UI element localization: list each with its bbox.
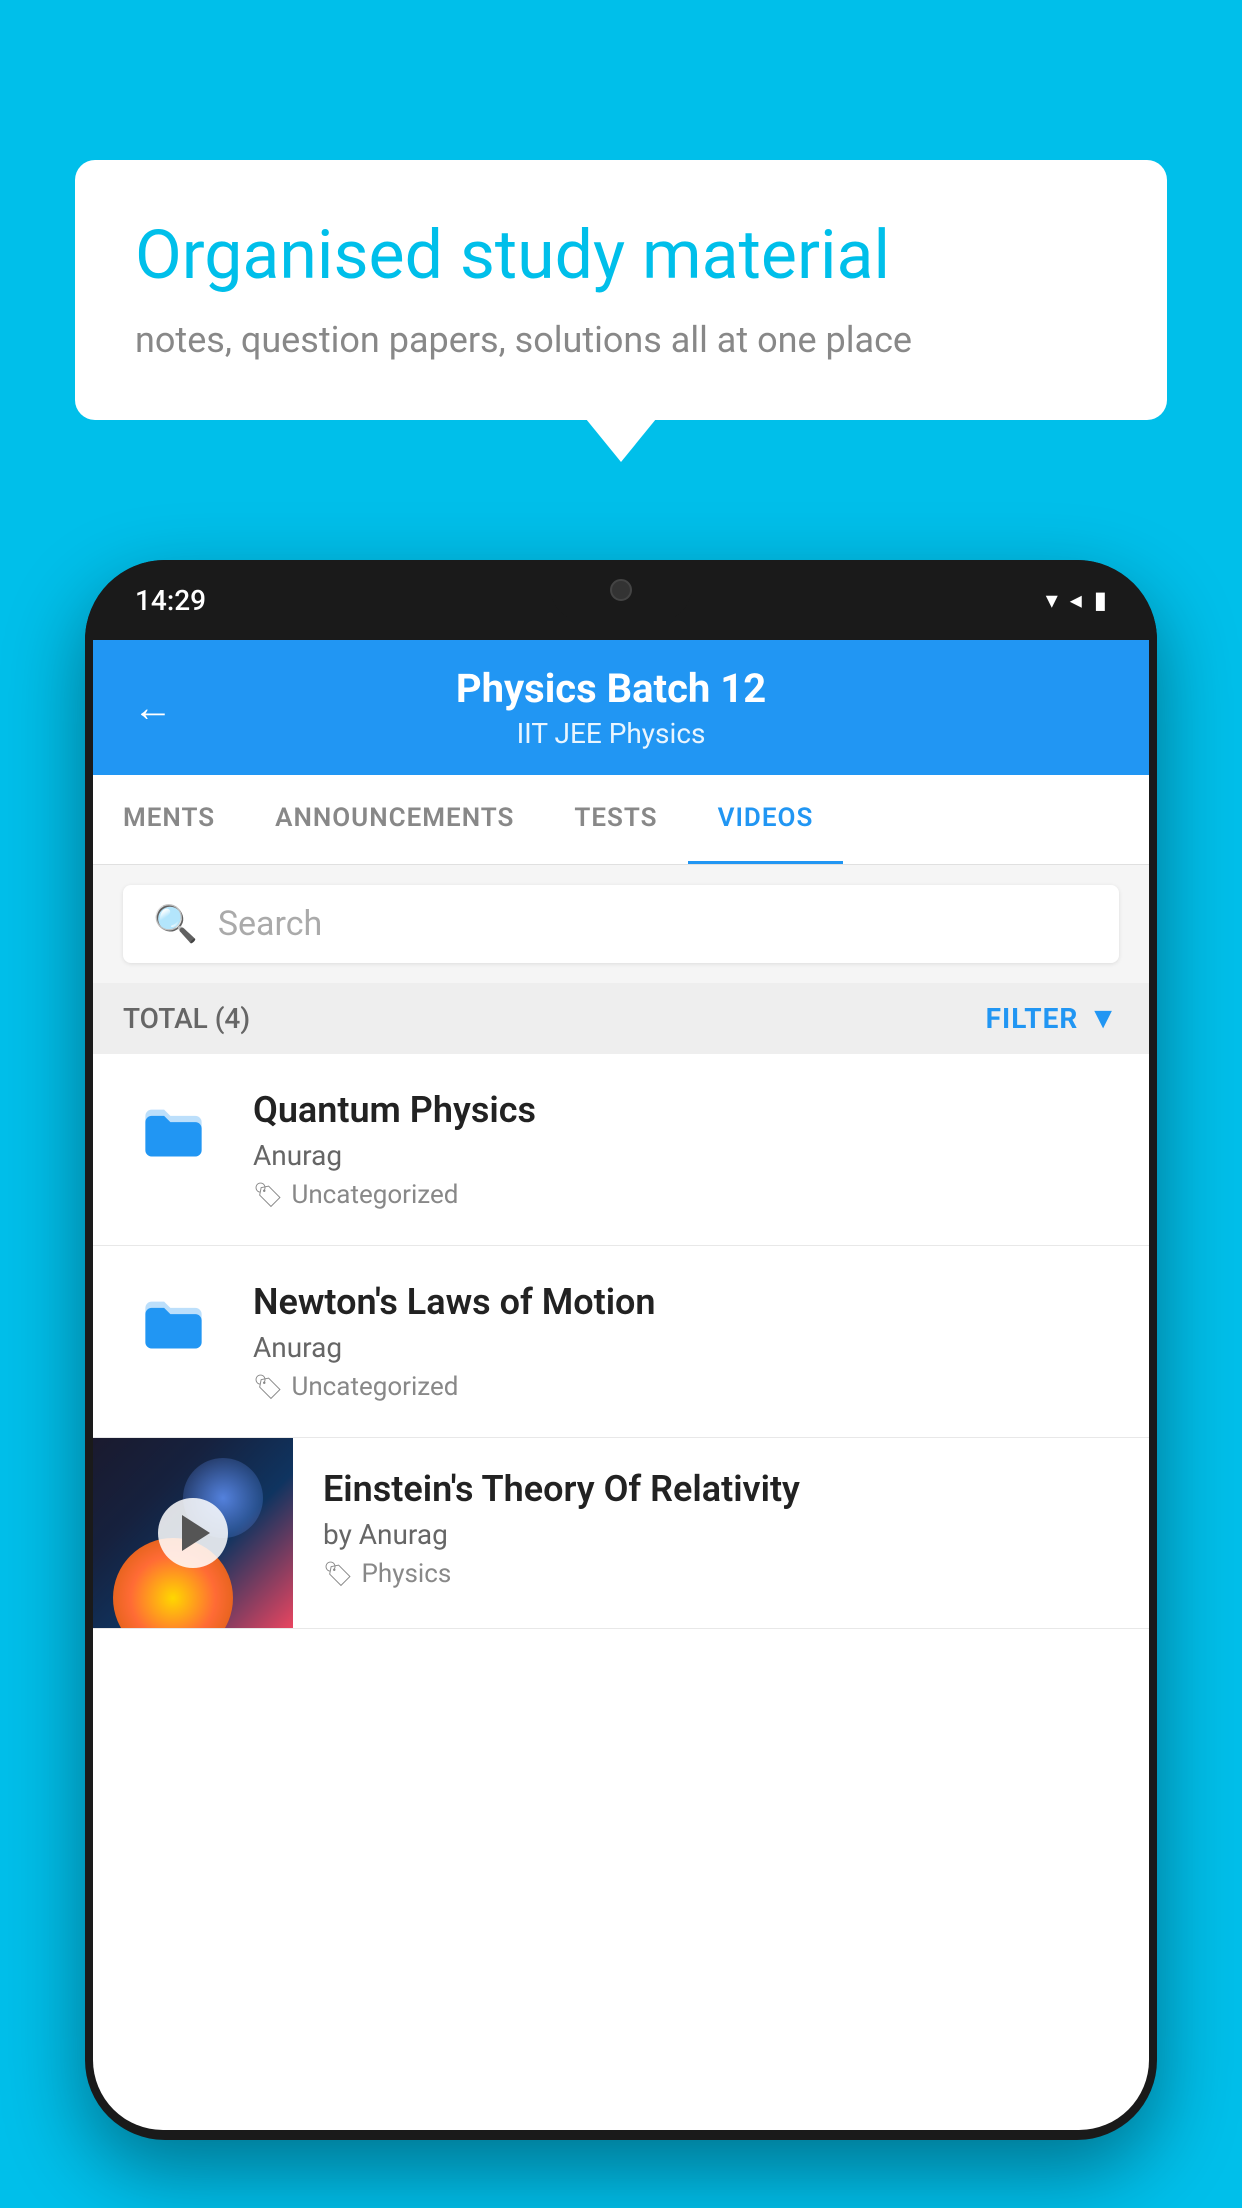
video-author: by Anurag bbox=[323, 1518, 1119, 1551]
video-tag: 🏷 Physics bbox=[323, 1559, 1119, 1589]
search-input-placeholder[interactable]: Search bbox=[218, 904, 322, 944]
list-item[interactable]: Quantum Physics Anurag 🏷 Uncategorized bbox=[93, 1054, 1149, 1246]
tag-icon: 🏷 bbox=[323, 1560, 353, 1588]
video-author: Anurag bbox=[253, 1331, 1119, 1364]
play-button[interactable] bbox=[158, 1498, 228, 1568]
tab-videos[interactable]: VIDEOS bbox=[688, 775, 844, 864]
video-info: Newton's Laws of Motion Anurag 🏷 Uncateg… bbox=[253, 1281, 1119, 1402]
filter-button[interactable]: FILTER ▼ bbox=[986, 1001, 1119, 1036]
signal-icon: ◂ bbox=[1070, 586, 1082, 614]
video-author: Anurag bbox=[253, 1139, 1119, 1172]
video-title: Quantum Physics bbox=[253, 1089, 1119, 1131]
notch bbox=[551, 560, 691, 620]
batch-title: Physics Batch 12 bbox=[203, 665, 1019, 712]
list-item[interactable]: Newton's Laws of Motion Anurag 🏷 Uncateg… bbox=[93, 1246, 1149, 1438]
folder-icon bbox=[136, 1286, 211, 1380]
play-icon bbox=[182, 1515, 210, 1551]
tag-label: Uncategorized bbox=[291, 1180, 458, 1210]
video-list: Quantum Physics Anurag 🏷 Uncategorized bbox=[93, 1054, 1149, 1629]
phone-screen: ← Physics Batch 12 IIT JEE Physics MENTS… bbox=[93, 640, 1149, 2130]
tab-announcements[interactable]: ANNOUNCEMENTS bbox=[245, 775, 544, 864]
header-title-area: Physics Batch 12 IIT JEE Physics bbox=[203, 665, 1019, 750]
tag-label: Physics bbox=[361, 1559, 451, 1589]
video-title: Einstein's Theory Of Relativity bbox=[323, 1468, 1119, 1510]
tab-ments[interactable]: MENTS bbox=[93, 775, 245, 864]
batch-tags: IIT JEE Physics bbox=[203, 717, 1019, 750]
back-button[interactable]: ← bbox=[133, 684, 173, 731]
phone-container: 14:29 ▾ ◂ ▮ ← Physics Batch 12 IIT JEE P… bbox=[85, 560, 1157, 2208]
search-bar[interactable]: 🔍 Search bbox=[123, 885, 1119, 963]
status-icons: ▾ ◂ ▮ bbox=[1046, 586, 1107, 614]
tab-tests[interactable]: TESTS bbox=[544, 775, 687, 864]
status-bar: 14:29 ▾ ◂ ▮ bbox=[85, 560, 1157, 640]
filter-row: TOTAL (4) FILTER ▼ bbox=[93, 983, 1149, 1054]
filter-icon: ▼ bbox=[1088, 1001, 1119, 1036]
tag-icon: 🏷 bbox=[253, 1181, 283, 1209]
filter-label: FILTER bbox=[986, 1002, 1079, 1035]
bubble-subtitle: notes, question papers, solutions all at… bbox=[135, 315, 1107, 365]
video-tag: 🏷 Uncategorized bbox=[253, 1180, 1119, 1210]
file-icon-container bbox=[123, 1094, 223, 1188]
video-title: Newton's Laws of Motion bbox=[253, 1281, 1119, 1323]
wifi-icon: ▾ bbox=[1046, 586, 1058, 614]
app-header: ← Physics Batch 12 IIT JEE Physics bbox=[93, 640, 1149, 775]
total-count: TOTAL (4) bbox=[123, 1002, 250, 1035]
camera bbox=[610, 579, 632, 601]
speech-bubble-container: Organised study material notes, question… bbox=[75, 160, 1167, 420]
status-time: 14:29 bbox=[135, 584, 206, 617]
list-item[interactable]: Einstein's Theory Of Relativity by Anura… bbox=[93, 1438, 1149, 1629]
phone-frame: 14:29 ▾ ◂ ▮ ← Physics Batch 12 IIT JEE P… bbox=[85, 560, 1157, 2140]
search-container: 🔍 Search bbox=[93, 865, 1149, 983]
tabs-bar: MENTS ANNOUNCEMENTS TESTS VIDEOS bbox=[93, 775, 1149, 865]
folder-icon bbox=[136, 1094, 211, 1188]
video-info: Quantum Physics Anurag 🏷 Uncategorized bbox=[253, 1089, 1119, 1210]
search-icon: 🔍 bbox=[153, 903, 198, 945]
speech-bubble: Organised study material notes, question… bbox=[75, 160, 1167, 420]
tag-label: Uncategorized bbox=[291, 1372, 458, 1402]
video-info: Einstein's Theory Of Relativity by Anura… bbox=[323, 1438, 1119, 1619]
tag-icon: 🏷 bbox=[253, 1373, 283, 1401]
video-tag: 🏷 Uncategorized bbox=[253, 1372, 1119, 1402]
bubble-title: Organised study material bbox=[135, 215, 1107, 297]
battery-icon: ▮ bbox=[1094, 586, 1107, 614]
file-icon-container bbox=[123, 1286, 223, 1380]
video-thumbnail bbox=[93, 1438, 293, 1628]
